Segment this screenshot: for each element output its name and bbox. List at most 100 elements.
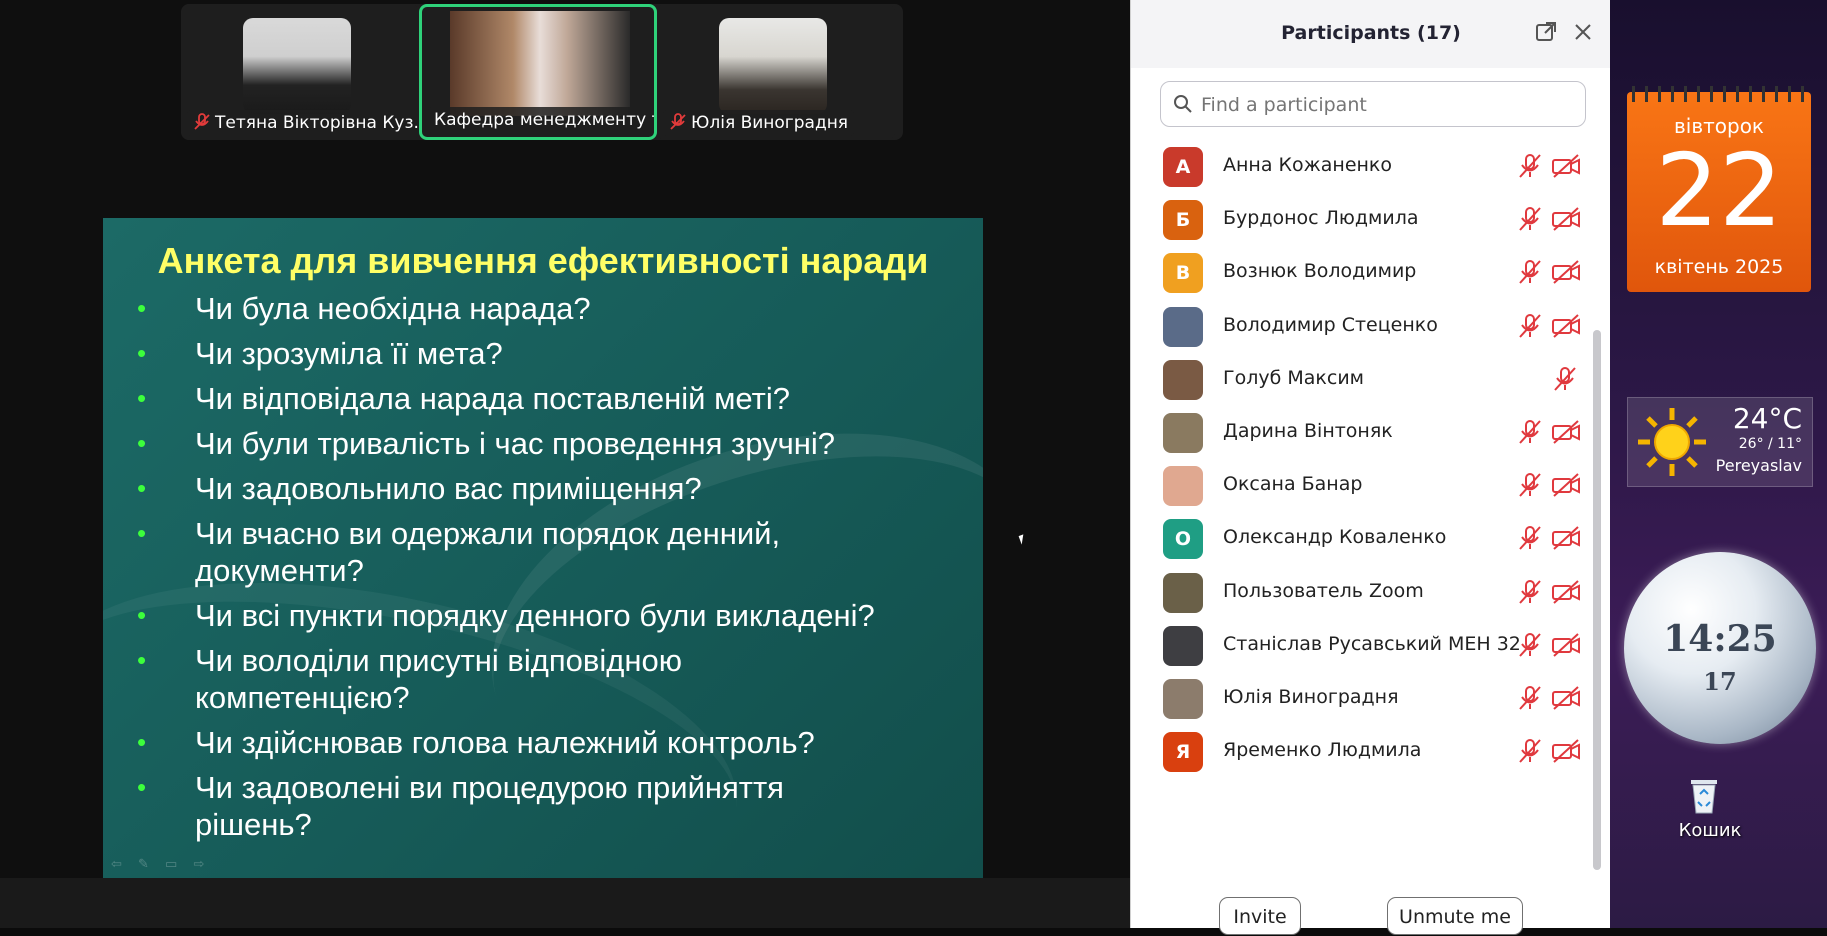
video-tile-active-speaker[interactable]: Кафедра менеджменту т... — [419, 4, 657, 140]
avatar: Я — [1163, 732, 1203, 773]
search-icon — [1174, 95, 1192, 113]
video-off-icon[interactable] — [1551, 631, 1581, 659]
participant-name: Голуб Максим — [1223, 366, 1364, 389]
bullet-text: Чи була необхідна нарада? — [195, 291, 591, 326]
participant-video — [450, 11, 630, 116]
participants-list: А Анна Кожаненко Б Бурдонос Людмила В Вознюк … — [1131, 136, 1591, 876]
mic-muted-icon[interactable] — [1516, 312, 1544, 340]
video-off-icon[interactable] — [1551, 524, 1581, 552]
slide-show-toolbar[interactable]: ⇦ ✎ ▭ ⇨ — [111, 857, 210, 872]
participant-row[interactable]: Я Яременко Людмила — [1131, 721, 1591, 783]
avatar — [1163, 306, 1203, 347]
participant-name: Олександр Коваленко — [1223, 526, 1447, 549]
mic-muted-icon[interactable] — [1516, 152, 1544, 180]
slide-bullet: • Чи здійснював голова належний контроль? — [133, 724, 973, 761]
participant-name: Анна Кожаненко — [1223, 154, 1393, 176]
mic-muted-icon[interactable] — [1516, 684, 1544, 712]
bullet-text: Чи задоволені ви процедурою прийняття рі… — [195, 770, 784, 842]
mic-muted-icon[interactable] — [1516, 524, 1544, 552]
recycle-bin-icon[interactable] — [1688, 776, 1720, 814]
mic-muted-icon[interactable] — [1551, 365, 1579, 393]
clock-seconds: 17 — [1703, 667, 1737, 696]
clock-gadget[interactable]: 14:25 17 — [1624, 552, 1816, 744]
calendar-month-year: квітень 2025 — [1654, 256, 1784, 278]
mic-muted-icon[interactable] — [1516, 471, 1544, 499]
avatar — [1163, 679, 1203, 719]
mic-muted-icon[interactable] — [1516, 737, 1544, 765]
video-off-icon[interactable] — [1551, 205, 1581, 233]
scrollbar[interactable] — [1593, 330, 1601, 870]
close-icon[interactable] — [1571, 20, 1595, 44]
bullet-text: Чи всі пункти порядку денного були викла… — [195, 598, 875, 633]
slide-bullet: • Чи задоволені ви процедурою прийняття р… — [133, 769, 845, 843]
bullet-text: Чи вчасно ви одержали порядок денний, до… — [195, 516, 781, 588]
participant-name: Яременко Людмила — [1223, 739, 1422, 762]
weather-city: Pereyaslav — [1715, 456, 1802, 475]
meeting-bottom-bar — [0, 878, 1130, 928]
video-off-icon[interactable] — [1551, 152, 1581, 180]
participant-name: Пользователь Zoom — [1223, 579, 1424, 602]
video-off-icon[interactable] — [1551, 258, 1581, 286]
calendar-gadget[interactable]: вівторок 22 квітень 2025 — [1627, 86, 1811, 292]
unmute-me-button[interactable]: Unmute me — [1387, 897, 1523, 935]
slide-bullet: • Чи зрозуміла її мета? — [133, 335, 973, 372]
bullet-icon: • — [137, 383, 147, 413]
mic-muted-icon[interactable] — [1516, 631, 1544, 659]
panel-header: Participants (17) — [1131, 0, 1611, 68]
avatar: О — [1163, 519, 1203, 560]
slide-bullet: • Чи володіли присутні відповідною компет… — [133, 642, 755, 716]
video-tile[interactable]: Юлія Виноградня — [657, 4, 895, 140]
tile-name-label: Тетяна Вікторівна Куз... — [187, 110, 419, 136]
participant-name: Дарина Вінтоняк — [1223, 420, 1393, 442]
avatar — [1163, 625, 1203, 666]
participant-name: Станіслав Русавський МЕН 32 — [1223, 632, 1521, 655]
weather-gadget[interactable]: 24°C 26° / 11° Pereyaslav — [1627, 397, 1813, 487]
bullet-icon: • — [137, 600, 147, 630]
participant-name: Вознюк Володимир — [1223, 260, 1417, 283]
zoom-meeting-area: Тетяна Вікторівна Куз... Кафедра менеджм… — [0, 0, 1130, 928]
bullet-icon: • — [137, 293, 147, 323]
mic-muted-icon[interactable] — [1516, 578, 1544, 606]
bullet-icon: • — [137, 473, 147, 503]
participants-panel: Participants (17) А Анна Кожаненко Б Бурдон… — [1130, 0, 1611, 935]
video-off-icon[interactable] — [1551, 578, 1581, 606]
bullet-icon: • — [137, 772, 147, 802]
slide-bullet: • Чи була необхідна нарада? — [133, 290, 973, 327]
mouse-cursor-icon — [1018, 534, 1027, 545]
bullet-text: Чи здійснював голова належний контроль? — [195, 725, 815, 760]
mic-muted-icon — [670, 113, 686, 130]
avatar — [1163, 359, 1203, 400]
bullet-text: Чи були тривалість і час проведення зруч… — [195, 426, 835, 461]
participant-search-box[interactable] — [1160, 81, 1586, 127]
slide-bullet: • Чи були тривалість і час проведення зру… — [133, 425, 973, 462]
bullet-text: Чи відповідала нарада поставленій меті? — [195, 381, 790, 416]
bullet-text: Чи володіли присутні відповідною компете… — [195, 643, 682, 715]
video-tile[interactable]: Тетяна Вікторівна Куз... — [181, 4, 419, 140]
bullet-icon: • — [137, 428, 147, 458]
avatar: Б — [1163, 200, 1203, 241]
participant-search-input[interactable] — [1199, 90, 1573, 120]
popout-icon[interactable] — [1534, 20, 1558, 44]
tile-name-label: Юлія Виноградня — [663, 110, 855, 136]
video-off-icon[interactable] — [1551, 418, 1581, 446]
video-off-icon[interactable] — [1551, 737, 1581, 765]
calendar-day: 22 — [1655, 132, 1783, 249]
bullet-text: Чи задовольнило вас приміщення? — [195, 471, 702, 506]
participant-name: Юлія Виноградня — [1223, 686, 1399, 708]
bullet-icon: • — [137, 727, 147, 757]
tile-name: Юлія Виноградня — [691, 113, 849, 133]
avatar — [1163, 572, 1203, 613]
mic-muted-icon[interactable] — [1516, 205, 1544, 233]
video-off-icon[interactable] — [1551, 471, 1581, 499]
mic-muted-icon[interactable] — [1516, 418, 1544, 446]
slide-bullet-list: • Чи була необхідна нарада? • Чи зрозуміла… — [133, 290, 973, 851]
video-off-icon[interactable] — [1551, 312, 1581, 340]
calendar-rings — [1627, 86, 1811, 102]
mic-muted-icon[interactable] — [1516, 258, 1544, 286]
avatar: А — [1163, 147, 1203, 187]
bullet-text: Чи зрозуміла її мета? — [195, 336, 503, 371]
video-off-icon[interactable] — [1551, 684, 1581, 712]
tile-name: Кафедра менеджменту т... — [434, 110, 657, 130]
invite-button[interactable]: Invite — [1219, 897, 1301, 935]
video-strip: Тетяна Вікторівна Куз... Кафедра менеджм… — [181, 4, 903, 140]
